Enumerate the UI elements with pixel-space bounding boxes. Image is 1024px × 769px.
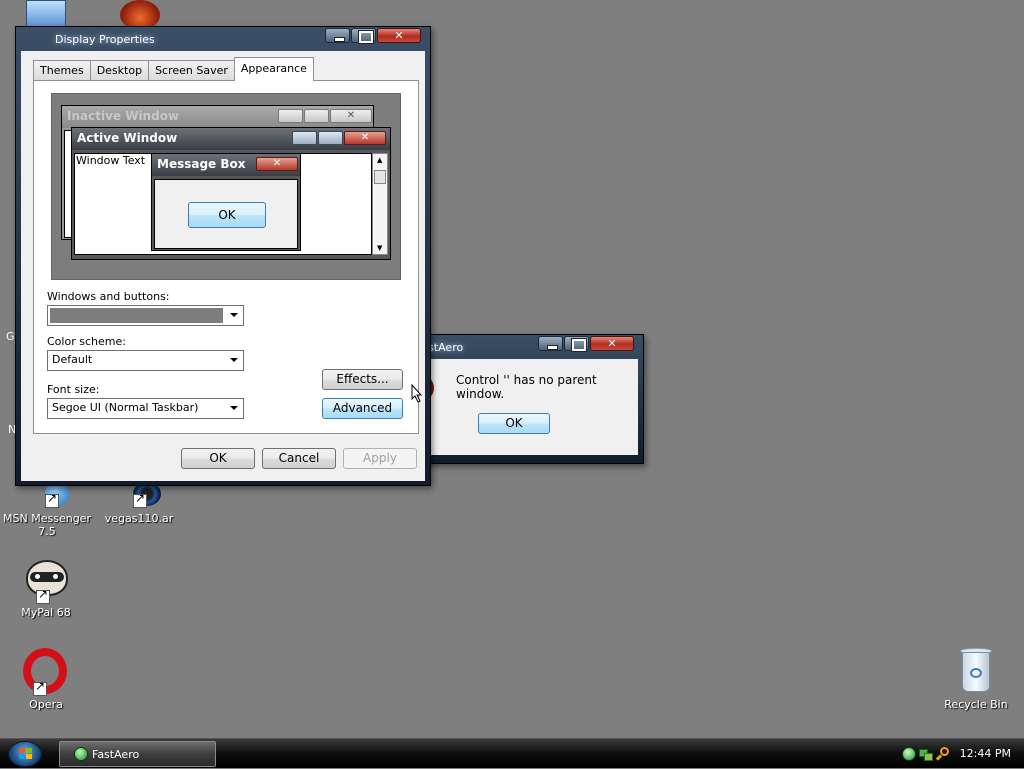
ok-button[interactable]: OK	[181, 448, 255, 469]
chevron-down-icon	[225, 399, 243, 418]
tab-themes[interactable]: Themes	[33, 60, 91, 80]
network-icon[interactable]	[919, 747, 933, 761]
font-size-select[interactable]: Segoe UI (Normal Taskbar)	[47, 398, 244, 419]
minimize-button[interactable]	[325, 28, 350, 43]
mouse-cursor-icon	[411, 384, 423, 403]
preview-message-box-close-button: ✕	[256, 157, 298, 171]
desktop-icon-msn-messenger[interactable]: MSN Messenger 7.5	[2, 482, 92, 538]
maximize-button[interactable]	[564, 336, 589, 352]
windows-and-buttons-value	[50, 308, 223, 323]
preview-inactive-min-button	[278, 109, 303, 123]
shortcut-arrow-icon	[45, 492, 59, 508]
minimize-icon	[326, 29, 349, 42]
color-scheme-label: Color scheme:	[47, 335, 126, 348]
close-icon: ✕	[394, 29, 404, 42]
desktop: { "desktop": { "icons": [ {"label": "MSN…	[0, 0, 1024, 768]
taskbar-clock[interactable]: 12:44 PM	[960, 747, 1011, 760]
desktop-icon-label: MyPal 68	[21, 606, 71, 619]
preview-active-max-button	[318, 131, 343, 145]
tab-appearance[interactable]: Appearance	[233, 57, 314, 81]
desktop-edge-letter-g: G	[6, 330, 15, 343]
advanced-button[interactable]: Advanced	[322, 398, 403, 419]
fastaero-app-icon	[74, 747, 88, 761]
fastaero-ok-button[interactable]: OK	[478, 413, 550, 434]
desktop-icon-label: Opera	[29, 698, 63, 711]
system-tray: 12:44 PM	[900, 739, 1024, 769]
computer-icon	[26, 0, 66, 28]
preview-scrollbar: ▲ ▼	[372, 153, 388, 255]
windows-and-buttons-select[interactable]	[47, 305, 244, 326]
chevron-down-icon	[225, 306, 243, 325]
maximize-icon	[352, 29, 375, 44]
desktop-icon-label: MSN Messenger 7.5	[3, 512, 91, 538]
desktop-icon-recycle-bin[interactable]: Recycle Bin	[938, 646, 1014, 711]
display-properties-window[interactable]: Display Properties ✕ Themes Desktop Scre…	[15, 26, 431, 486]
start-button[interactable]	[8, 741, 42, 767]
tray-green-icon[interactable]	[902, 747, 916, 761]
color-scheme-select[interactable]: Default	[47, 350, 244, 371]
preview-active-close-button: ✕	[344, 131, 386, 145]
chevron-down-icon	[225, 351, 243, 370]
preview-active-min-button	[292, 131, 317, 145]
fastaero-message: Control '' has no parent window.	[456, 373, 597, 401]
font-size-value: Segoe UI (Normal Taskbar)	[52, 401, 199, 414]
opera-icon	[21, 646, 71, 696]
color-scheme-value: Default	[52, 353, 93, 366]
appearance-panel: Inactive Window ✕ Active Window ✕ Window…	[33, 80, 419, 434]
desktop-icon-label: Recycle Bin	[944, 698, 1008, 711]
recycle-bin-icon	[956, 646, 996, 694]
font-size-label: Font size:	[47, 383, 100, 396]
preview-message-box: Message Box ✕ OK	[151, 153, 301, 251]
taskbar-item-fastaero[interactable]: FastAero	[59, 741, 216, 767]
preview-message-box-title: Message Box	[157, 157, 246, 171]
fastaero-dialog[interactable]: FastAero ✕ Control '' has no parent wind…	[408, 334, 644, 464]
search-icon[interactable]	[935, 747, 950, 761]
apply-button: Apply	[343, 448, 417, 469]
minimize-icon	[539, 337, 562, 350]
close-button[interactable]: ✕	[377, 28, 421, 43]
cancel-button[interactable]: Cancel	[262, 448, 336, 469]
windows-and-buttons-label: Windows and buttons:	[47, 290, 170, 303]
desktop-icon-label: vegas110.ar	[104, 512, 174, 525]
desktop-icon-vegas[interactable]: vegas110.ar	[100, 482, 178, 525]
desktop-icon-mypal[interactable]: MyPal 68	[6, 556, 86, 619]
fastaero-client: Control '' has no parent window. OK	[414, 359, 638, 455]
tab-desktop[interactable]: Desktop	[89, 60, 150, 80]
fastaero-titlebar[interactable]: FastAero ✕	[414, 335, 638, 359]
minimize-button[interactable]	[538, 336, 563, 351]
close-icon: ✕	[607, 337, 617, 350]
display-properties-client: Themes Desktop Screen Saver Appearance I…	[21, 51, 425, 481]
desktop-icon-opera[interactable]: Opera	[6, 646, 86, 711]
tab-screen-saver[interactable]: Screen Saver	[148, 60, 235, 80]
shortcut-arrow-icon	[133, 492, 147, 508]
preview-window-text: Window Text	[76, 154, 146, 167]
windows-logo-icon	[19, 748, 33, 760]
preview-inactive-max-button	[304, 109, 329, 123]
appearance-preview: Inactive Window ✕ Active Window ✕ Window…	[51, 93, 401, 280]
effects-button[interactable]: Effects...	[322, 369, 403, 390]
window-title: Display Properties	[55, 33, 155, 46]
maximize-button[interactable]	[351, 28, 376, 44]
taskbar: FastAero 12:44 PM	[0, 738, 1024, 768]
maximize-icon	[565, 337, 588, 352]
preview-inactive-title: Inactive Window	[67, 109, 180, 123]
shortcut-arrow-icon	[36, 588, 50, 604]
display-properties-titlebar[interactable]: Display Properties ✕	[21, 27, 425, 51]
taskbar-item-label: FastAero	[92, 748, 140, 761]
preview-active-title: Active Window	[77, 131, 178, 145]
tab-strip: Themes Desktop Screen Saver Appearance	[33, 57, 314, 81]
preview-inactive-close-button: ✕	[330, 109, 372, 123]
close-button[interactable]: ✕	[590, 336, 634, 351]
shortcut-arrow-icon	[33, 680, 47, 696]
preview-ok-button: OK	[188, 202, 266, 228]
mypal-raccoon-icon	[22, 556, 70, 604]
